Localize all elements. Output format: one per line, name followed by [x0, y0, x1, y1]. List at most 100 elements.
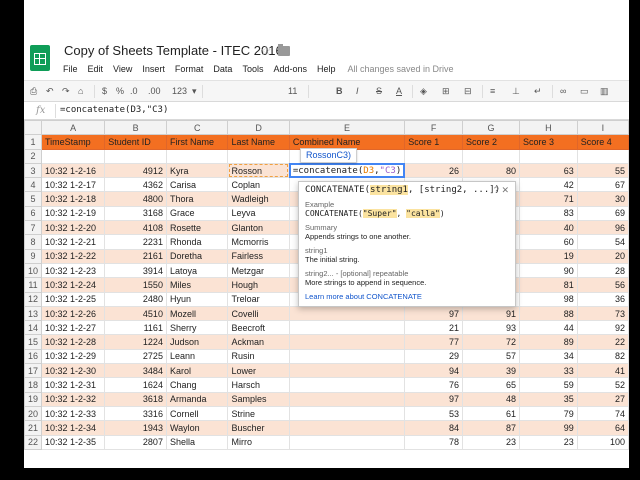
- table-cell[interactable]: Buscher: [227, 420, 290, 436]
- table-cell[interactable]: 64: [576, 420, 629, 436]
- table-cell[interactable]: Metzgar: [227, 262, 290, 279]
- document-title[interactable]: Copy of Sheets Template - ITEC 2016: [64, 43, 283, 58]
- table-cell[interactable]: 10:32 1-2-17: [41, 177, 106, 193]
- table-cell[interactable]: 33: [519, 363, 578, 379]
- table-cell[interactable]: 10:32 1-2-30: [41, 363, 106, 379]
- menu-format[interactable]: Format: [175, 64, 204, 74]
- menu-file[interactable]: File: [63, 64, 78, 74]
- column-header-g[interactable]: G: [461, 120, 521, 136]
- row-header[interactable]: 12: [24, 291, 43, 307]
- row-header[interactable]: 7: [24, 220, 43, 236]
- column-header-b[interactable]: B: [104, 120, 167, 136]
- row-header[interactable]: 5: [24, 191, 43, 207]
- table-cell[interactable]: Score 2: [461, 134, 521, 150]
- table-cell[interactable]: Rusin: [227, 348, 290, 365]
- menu-help[interactable]: Help: [317, 64, 336, 74]
- comment-icon[interactable]: ▭: [580, 85, 589, 97]
- table-cell[interactable]: Student ID: [104, 134, 167, 150]
- currency-icon[interactable]: $: [102, 85, 107, 97]
- table-cell[interactable]: 97: [404, 391, 463, 407]
- table-cell[interactable]: Mozell: [165, 305, 229, 322]
- chart-icon[interactable]: ▥: [600, 85, 609, 97]
- table-cell[interactable]: 1624: [104, 377, 167, 393]
- table-cell[interactable]: 82: [576, 348, 629, 365]
- redo-icon[interactable]: ↷: [62, 85, 70, 97]
- table-cell[interactable]: [104, 148, 167, 164]
- table-cell[interactable]: 99: [519, 420, 578, 436]
- table-cell[interactable]: [519, 148, 578, 164]
- table-cell[interactable]: 1161: [104, 320, 167, 336]
- table-cell[interactable]: 55: [576, 162, 629, 179]
- table-cell[interactable]: 21: [404, 320, 463, 336]
- table-cell[interactable]: Score 1: [404, 134, 463, 150]
- table-cell[interactable]: Score 4: [576, 134, 629, 150]
- table-cell[interactable]: 78: [404, 434, 463, 450]
- strikethrough-button[interactable]: S: [376, 85, 382, 97]
- table-cell[interactable]: 10:32 1-2-21: [41, 234, 106, 250]
- row-header[interactable]: 4: [24, 177, 43, 193]
- table-cell[interactable]: Mirro: [227, 434, 290, 450]
- table-cell[interactable]: Harsch: [227, 377, 290, 393]
- table-cell[interactable]: 69: [576, 205, 629, 222]
- table-cell[interactable]: 10:32 1-2-24: [41, 277, 106, 293]
- table-cell[interactable]: 10:32 1-2-34: [41, 420, 106, 436]
- table-cell[interactable]: Doretha: [165, 248, 229, 264]
- table-cell[interactable]: 4912: [104, 162, 167, 179]
- table-cell[interactable]: 4108: [104, 220, 167, 236]
- table-cell[interactable]: Armanda: [165, 391, 229, 407]
- table-cell[interactable]: Waylon: [165, 420, 229, 436]
- percent-button[interactable]: %: [116, 85, 124, 97]
- table-cell[interactable]: 91: [461, 305, 521, 322]
- table-cell[interactable]: 10:32 1-2-22: [41, 248, 106, 264]
- column-header-f[interactable]: F: [404, 120, 463, 136]
- table-cell[interactable]: Hough: [227, 277, 290, 293]
- table-cell[interactable]: 67: [576, 177, 629, 193]
- table-cell[interactable]: 94: [404, 363, 463, 379]
- menu-tools[interactable]: Tools: [242, 64, 263, 74]
- text-color-button[interactable]: A: [396, 85, 402, 97]
- formula-input[interactable]: =concatenate(D3,"C3): [60, 105, 168, 115]
- table-cell[interactable]: 63: [519, 162, 578, 179]
- table-cell[interactable]: Strine: [227, 405, 290, 422]
- table-cell[interactable]: Kyra: [165, 162, 229, 179]
- table-cell[interactable]: 4800: [104, 191, 167, 207]
- table-cell[interactable]: Miles: [165, 277, 229, 293]
- row-header[interactable]: 2: [24, 148, 43, 164]
- table-cell[interactable]: First Name: [165, 134, 229, 150]
- table-cell[interactable]: Covelli: [227, 305, 290, 322]
- table-cell[interactable]: 1224: [104, 334, 167, 350]
- table-cell[interactable]: 88: [519, 305, 578, 322]
- menu-insert[interactable]: Insert: [142, 64, 165, 74]
- folder-icon[interactable]: [278, 44, 290, 56]
- table-cell[interactable]: 23: [461, 434, 521, 450]
- table-cell[interactable]: Mcmorris: [227, 234, 290, 250]
- table-cell[interactable]: 61: [461, 405, 521, 422]
- decrease-decimal-button[interactable]: .0: [130, 85, 138, 97]
- table-cell[interactable]: Coplan: [227, 177, 290, 193]
- table-cell[interactable]: Karol: [165, 363, 229, 379]
- table-cell[interactable]: 4362: [104, 177, 167, 193]
- table-cell[interactable]: Leann: [165, 348, 229, 365]
- table-cell[interactable]: 71: [519, 191, 578, 207]
- table-cell[interactable]: Score 3: [519, 134, 578, 150]
- star-icon[interactable]: ☆: [260, 43, 272, 59]
- column-header-a[interactable]: A: [41, 120, 106, 136]
- table-cell[interactable]: 60: [519, 234, 578, 250]
- row-header[interactable]: 11: [24, 277, 43, 293]
- row-header[interactable]: 8: [24, 234, 43, 250]
- print-icon[interactable]: ⎙: [30, 85, 37, 97]
- table-cell[interactable]: Leyva: [227, 205, 290, 222]
- table-cell[interactable]: 83: [519, 205, 578, 222]
- table-cell[interactable]: [288, 348, 406, 365]
- italic-button[interactable]: I: [356, 85, 359, 97]
- table-cell[interactable]: 30: [576, 191, 629, 207]
- table-cell[interactable]: 3316: [104, 405, 167, 422]
- table-cell[interactable]: 20: [576, 248, 629, 264]
- table-cell[interactable]: 10:32 1-2-32: [41, 391, 106, 407]
- table-cell[interactable]: Sherry: [165, 320, 229, 336]
- row-header[interactable]: 20: [24, 405, 43, 422]
- table-cell[interactable]: 10:32 1-2-26: [41, 305, 106, 322]
- table-cell[interactable]: 42: [519, 177, 578, 193]
- table-cell[interactable]: 3914: [104, 262, 167, 279]
- table-cell[interactable]: 93: [461, 320, 521, 336]
